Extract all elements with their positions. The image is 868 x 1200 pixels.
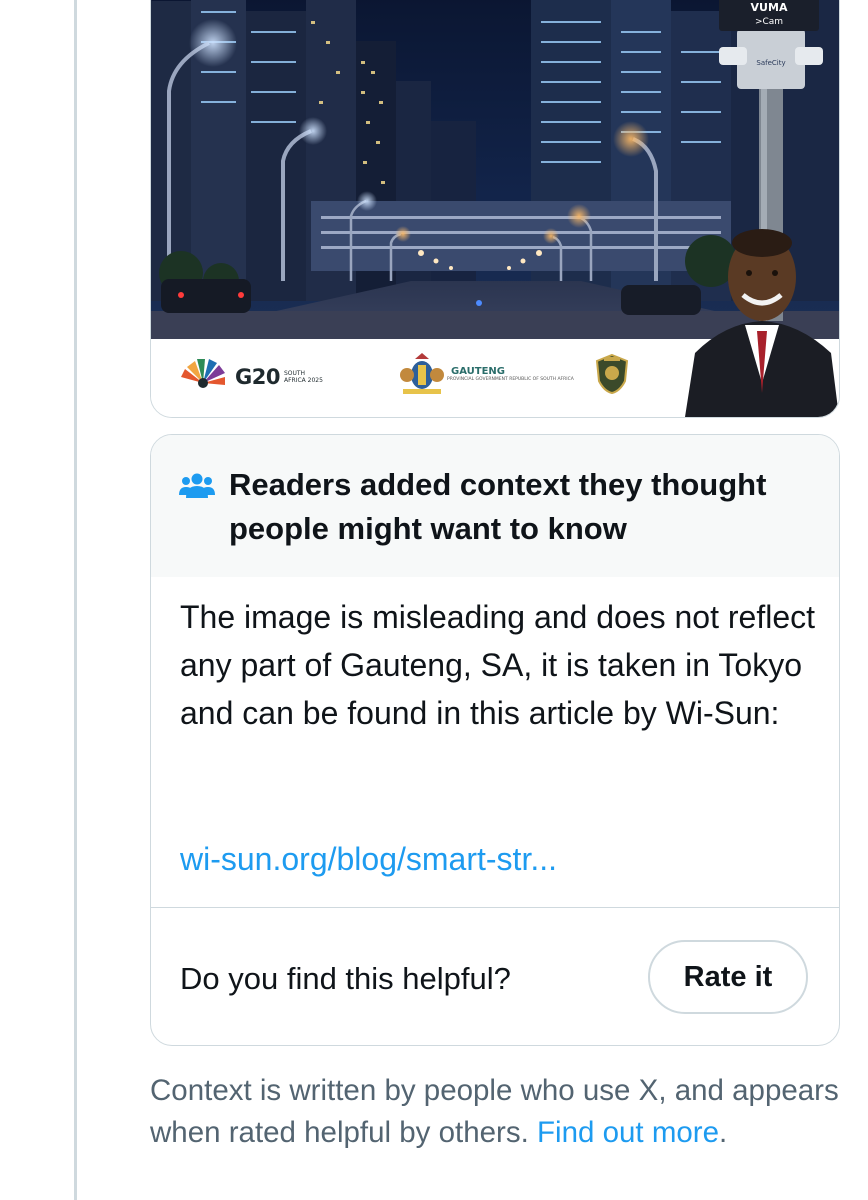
g20-wordmark: G20: [235, 365, 280, 389]
gauteng-text-block: GAUTENG PROVINCIAL GOVERNMENT REPUBLIC O…: [447, 366, 574, 382]
g20-flower-icon: [181, 359, 225, 388]
community-note-body: The image is misleading and does not ref…: [180, 599, 816, 731]
find-out-more-link[interactable]: Find out more: [537, 1116, 719, 1149]
note-divider: [151, 907, 839, 908]
gauteng-wordmark: GAUTENG: [451, 366, 505, 377]
badge-shield-graphic: [595, 353, 629, 395]
tweet-media-card[interactable]: VUMA >Cam SafeCity G20 SOUTH AFRICA 2025…: [150, 0, 840, 418]
community-note-card: Readers added context they thought peopl…: [150, 434, 840, 1046]
disclaimer-period: .: [719, 1116, 728, 1149]
gauteng-logo: GAUTENG PROVINCIAL GOVERNMENT REPUBLIC O…: [397, 351, 574, 397]
vuma-label: VUMA: [751, 1, 788, 14]
police-badge-icon: [595, 353, 629, 400]
page: VUMA >Cam SafeCity G20 SOUTH AFRICA 2025…: [0, 0, 868, 1200]
helpful-question: Do you find this helpful?: [180, 961, 511, 996]
context-disclaimer: Context is written by people who use X, …: [150, 1070, 850, 1154]
official-portrait: [685, 213, 839, 417]
safecity-label: SafeCity: [756, 59, 785, 67]
cam-label: >Cam: [755, 17, 783, 27]
disclaimer-text: Context is written by people who use X, …: [150, 1074, 839, 1149]
rate-it-button[interactable]: Rate it: [648, 940, 808, 1014]
community-note-header: Readers added context they thought peopl…: [151, 435, 839, 577]
g20-subtitle: SOUTH AFRICA 2025: [283, 370, 323, 384]
community-note-title: Readers added context they thought peopl…: [229, 467, 767, 546]
portrait-graphic: [685, 229, 839, 417]
source-link[interactable]: wi-sun.org/blog/smart-str...: [180, 835, 557, 883]
g20-logo: G20 SOUTH AFRICA 2025: [177, 359, 324, 395]
gauteng-subtitle: PROVINCIAL GOVERNMENT REPUBLIC OF SOUTH …: [447, 377, 574, 382]
gauteng-crest-icon: [400, 353, 444, 394]
readers-group-icon: [179, 473, 215, 498]
thread-line: [74, 0, 77, 1200]
